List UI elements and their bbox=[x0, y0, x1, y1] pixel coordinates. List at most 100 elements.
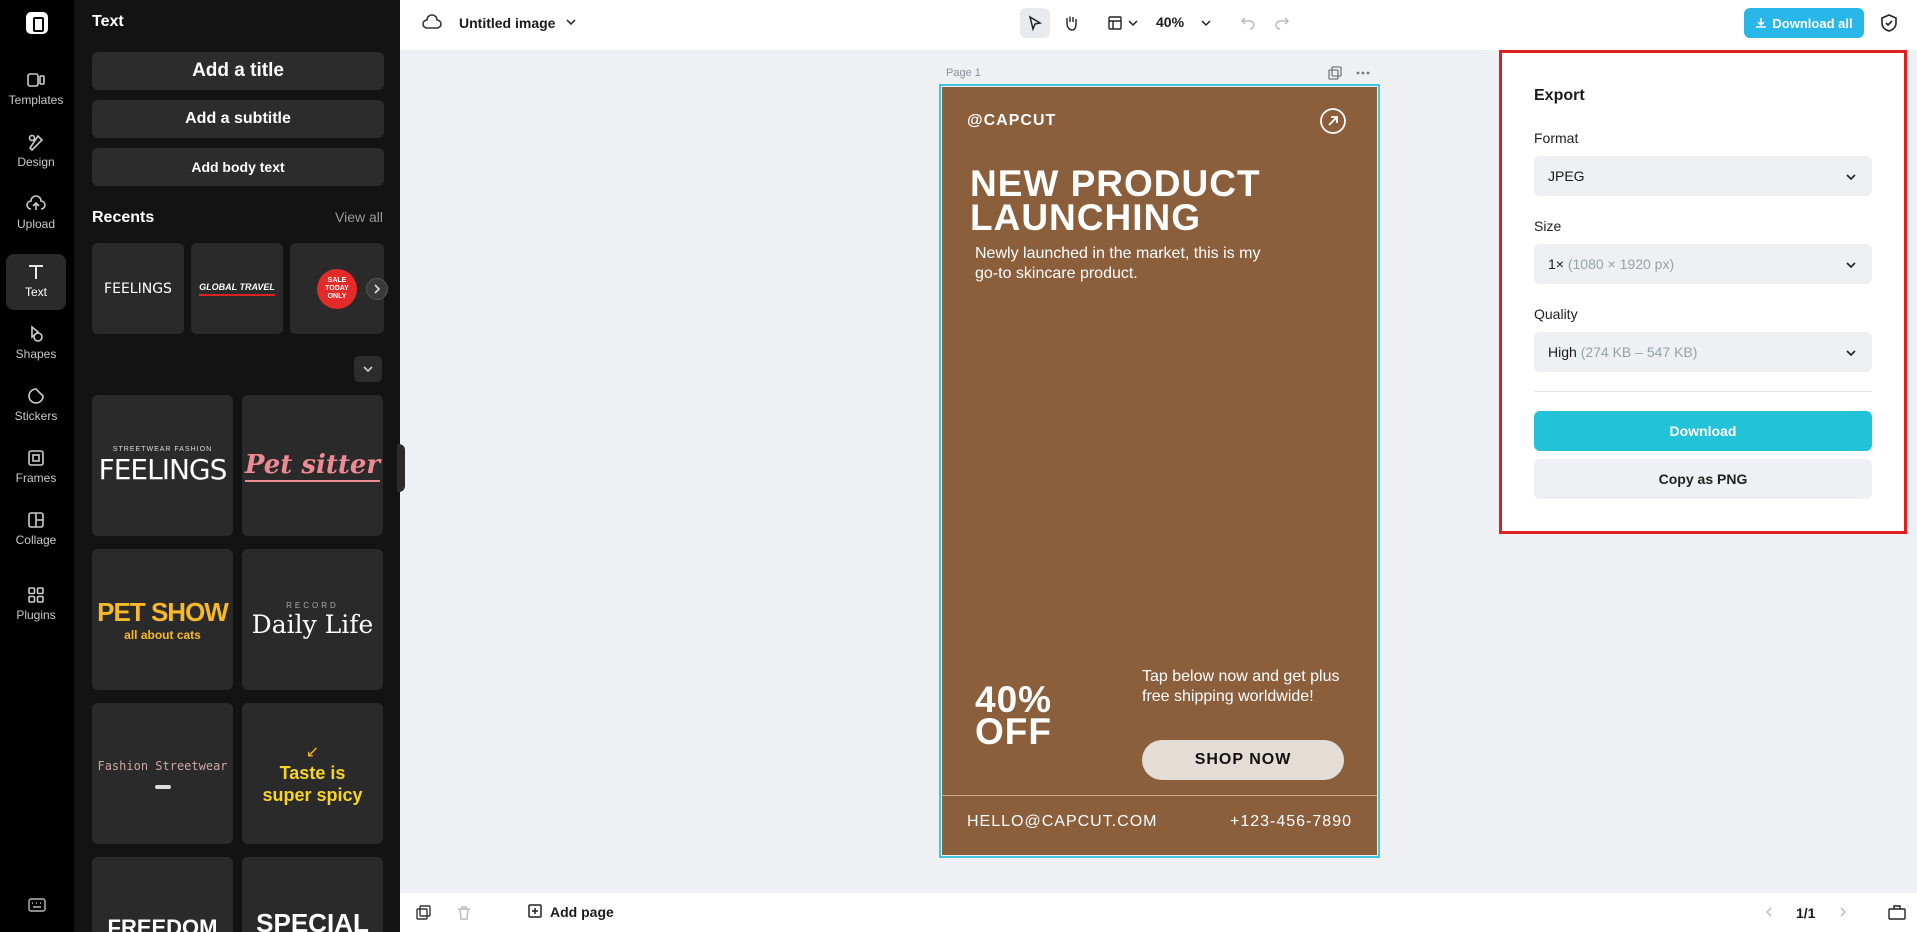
poster-design[interactable]: @CAPCUT NEW PRODUCT LAUNCHING Newly laun… bbox=[939, 84, 1380, 858]
briefcase-icon[interactable] bbox=[1888, 904, 1906, 925]
rail-item-frames[interactable]: Frames bbox=[6, 440, 66, 496]
export-divider bbox=[1534, 391, 1872, 392]
chevron-down-icon bbox=[1846, 350, 1856, 357]
select-tool-button[interactable] bbox=[1020, 8, 1050, 38]
panel-collapse-handle[interactable] bbox=[397, 444, 405, 492]
page-more-icon[interactable] bbox=[1355, 66, 1371, 85]
chevron-down-icon bbox=[1846, 174, 1856, 181]
rail-item-text[interactable]: Text bbox=[6, 254, 66, 310]
add-subtitle-button[interactable]: Add a subtitle bbox=[92, 100, 384, 138]
poster-handle[interactable]: @CAPCUT bbox=[967, 112, 1056, 130]
layout-tool-button[interactable] bbox=[1100, 8, 1130, 38]
chevron-right-icon bbox=[374, 284, 381, 294]
previous-page-icon[interactable] bbox=[1762, 905, 1776, 924]
size-label: Size bbox=[1534, 218, 1562, 234]
tile-main-text: SPECIAL bbox=[256, 908, 369, 932]
rail-label: Shapes bbox=[15, 347, 57, 361]
stickers-icon bbox=[28, 388, 44, 404]
download-all-button[interactable]: Download all bbox=[1744, 8, 1864, 38]
poster-phone[interactable]: +123-456-7890 bbox=[1230, 813, 1352, 831]
shield-check-icon[interactable] bbox=[1880, 13, 1898, 38]
rail-item-upload[interactable]: Upload bbox=[6, 186, 66, 242]
download-button[interactable]: Download bbox=[1534, 411, 1872, 451]
redo-icon[interactable] bbox=[1274, 14, 1290, 35]
left-rail: Templates Design Upload Text Shapes Stic… bbox=[0, 0, 74, 932]
add-body-text-button[interactable]: Add body text bbox=[92, 148, 384, 186]
add-page-label: Add page bbox=[550, 904, 614, 920]
rail-item-stickers[interactable]: Stickers bbox=[6, 378, 66, 434]
keyboard-shortcuts-button[interactable] bbox=[28, 898, 46, 917]
rail-item-collage[interactable]: Collage bbox=[6, 502, 66, 558]
tile-main-text: FEELINGS bbox=[98, 452, 228, 486]
hand-icon bbox=[1066, 16, 1077, 31]
text-style-tile[interactable]: STREETWEAR FASHION FEELINGS bbox=[92, 395, 233, 536]
rail-item-design[interactable]: Design bbox=[6, 124, 66, 180]
tile-top-text: RECORD bbox=[286, 600, 339, 610]
plugins-icon bbox=[28, 587, 44, 603]
next-page-icon[interactable] bbox=[1836, 905, 1850, 924]
add-page-button[interactable]: Add page bbox=[528, 904, 614, 920]
tile-main-text: Daily Life bbox=[251, 609, 374, 639]
rail-label: Text bbox=[24, 285, 47, 299]
poster-subtext[interactable]: Newly launched in the market, this is my… bbox=[975, 244, 1275, 284]
poster-headline[interactable]: NEW PRODUCT LAUNCHING bbox=[970, 165, 1261, 238]
text-style-tile[interactable]: Pet sitter bbox=[242, 395, 383, 536]
chevron-down-icon bbox=[363, 366, 373, 373]
page-label: Page 1 bbox=[946, 67, 981, 79]
tile-main-text: PET SHOW bbox=[97, 597, 229, 627]
expand-recents-button[interactable] bbox=[354, 356, 382, 382]
text-panel: Text Add a title Add a subtitle Add body… bbox=[74, 0, 400, 932]
rail-label: Upload bbox=[16, 217, 56, 231]
text-style-tile[interactable]: PET SHOW all about cats bbox=[92, 549, 233, 690]
text-style-tile[interactable]: RECORD Daily Life bbox=[242, 549, 383, 690]
pointer-icon bbox=[1028, 15, 1043, 31]
text-style-tile[interactable]: SPECIAL bbox=[242, 857, 383, 932]
poster-tap-text[interactable]: Tap below now and get plus free shipping… bbox=[1142, 667, 1342, 707]
trash-icon[interactable] bbox=[456, 905, 472, 926]
text-style-tile[interactable]: Fashion Streetwear bbox=[92, 703, 233, 844]
zoom-level[interactable]: 40% bbox=[1156, 14, 1184, 30]
copy-as-png-button[interactable]: Copy as PNG bbox=[1534, 459, 1872, 499]
hand-tool-button[interactable] bbox=[1056, 8, 1086, 38]
quality-detail: (274 KB – 547 KB) bbox=[1580, 344, 1698, 360]
recent-template-text: GLOBAL TRAVEL bbox=[199, 282, 275, 296]
size-select[interactable]: 1× (1080 × 1920 px) bbox=[1534, 244, 1872, 284]
rail-label: Design bbox=[17, 155, 55, 169]
rail-label: Templates bbox=[8, 93, 64, 107]
poster-headline-line: LAUNCHING bbox=[970, 197, 1201, 238]
quality-select[interactable]: High (274 KB – 547 KB) bbox=[1534, 332, 1872, 372]
layout-icon bbox=[1108, 16, 1122, 30]
poster-shop-now[interactable]: SHOP NOW bbox=[1142, 740, 1344, 780]
poster-email[interactable]: HELLO@CAPCUT.COM bbox=[967, 813, 1158, 831]
download-all-label: Download all bbox=[1772, 15, 1853, 31]
text-style-tile[interactable]: FREEDOM bbox=[92, 857, 233, 932]
page-counter: 1/1 bbox=[1796, 905, 1816, 921]
recent-template-text: SALE TODAY ONLY bbox=[317, 268, 357, 309]
recent-template[interactable]: GLOBAL TRAVEL bbox=[191, 243, 283, 334]
rail-item-plugins[interactable]: Plugins bbox=[6, 577, 66, 633]
quality-value: High bbox=[1548, 344, 1577, 360]
page-manager-icon[interactable] bbox=[416, 905, 432, 926]
view-all-link[interactable]: View all bbox=[335, 209, 383, 225]
recents-next-button[interactable] bbox=[366, 278, 388, 300]
rail-label: Plugins bbox=[16, 608, 56, 622]
rail-item-shapes[interactable]: Shapes bbox=[6, 316, 66, 372]
poster-divider bbox=[942, 795, 1377, 796]
arrow-circle-icon[interactable] bbox=[1319, 107, 1347, 140]
rail-item-templates[interactable]: Templates bbox=[6, 62, 66, 118]
app-logo[interactable] bbox=[26, 12, 48, 34]
chevron-down-icon[interactable] bbox=[1200, 16, 1212, 34]
document-title[interactable]: Untitled image bbox=[459, 15, 555, 31]
recent-template[interactable]: FEELINGS bbox=[92, 243, 184, 334]
duplicate-page-icon[interactable] bbox=[1328, 66, 1342, 85]
chevron-down-icon[interactable] bbox=[564, 15, 578, 34]
format-select[interactable]: JPEG bbox=[1534, 156, 1872, 196]
recent-template-text: FEELINGS bbox=[104, 280, 172, 297]
chevron-down-icon[interactable] bbox=[1127, 16, 1139, 34]
undo-icon[interactable] bbox=[1240, 14, 1256, 35]
text-style-tile[interactable]: ↙ Taste is super spicy bbox=[242, 703, 383, 844]
poster-discount[interactable]: 40% OFF bbox=[975, 681, 1052, 750]
cloud-save-icon[interactable] bbox=[422, 13, 442, 38]
format-label: Format bbox=[1534, 130, 1579, 146]
add-title-button[interactable]: Add a title bbox=[92, 52, 384, 90]
